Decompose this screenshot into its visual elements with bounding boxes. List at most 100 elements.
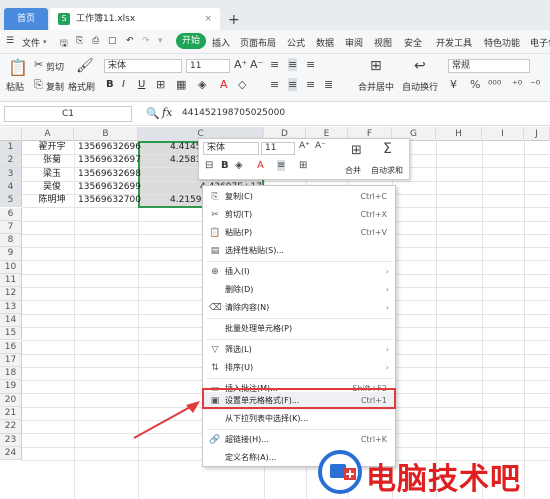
merge-icon[interactable]: ⊞ <box>370 58 382 74</box>
shrink-font-icon[interactable]: A⁻ <box>315 141 326 151</box>
menu-item-hyperlink[interactable]: 🔗 超链接(H)... Ctrl+K <box>203 431 395 449</box>
shrink-font-icon[interactable]: A⁻ <box>250 58 263 71</box>
row-header[interactable]: 13 <box>0 300 22 314</box>
hamburger-icon[interactable]: ☰ <box>6 36 14 46</box>
cell-phone[interactable]: 13569632699 <box>78 181 141 194</box>
row-header[interactable]: 6 <box>0 207 22 221</box>
sum-icon[interactable]: Σ <box>383 141 392 157</box>
font-size-select[interactable]: 11 <box>186 59 230 73</box>
align-right-icon[interactable]: ≡ <box>306 78 315 91</box>
cell-phone[interactable]: 13569632700 <box>78 194 141 207</box>
row-header[interactable]: 8 <box>0 234 22 248</box>
format-painter-icon[interactable]: 🖌 <box>76 58 94 74</box>
mini-size-select[interactable]: 11 <box>261 142 295 155</box>
menu-item-paste[interactable]: 📋 粘贴(P) Ctrl+V <box>203 224 395 242</box>
cell-phone[interactable]: 13569632698 <box>78 168 141 181</box>
menu-insert[interactable]: 插入 <box>212 36 230 49</box>
menu-data[interactable]: 数据 <box>316 36 334 49</box>
add-tab-icon[interactable]: + <box>228 9 240 31</box>
row-header[interactable]: 2 <box>0 154 22 168</box>
menu-developer[interactable]: 开发工具 <box>436 36 472 49</box>
formula-input[interactable]: 441452198705025000 <box>182 108 285 118</box>
cell-id[interactable]: 4.2159 <box>170 194 202 207</box>
select-all-corner[interactable] <box>0 127 22 141</box>
export-icon[interactable]: ⎘ <box>76 36 83 46</box>
wrap-text-icon[interactable]: ↩ <box>414 58 426 74</box>
align-left-icon[interactable]: ≡ <box>270 78 279 91</box>
align-center-icon[interactable]: ≡ <box>288 78 298 91</box>
paste-button[interactable]: 粘贴 <box>6 80 24 93</box>
preview-icon[interactable]: ▢ <box>108 36 117 46</box>
menu-item-batch[interactable]: 批量处理单元格(P) <box>203 320 395 338</box>
font-color-icon[interactable]: A <box>257 160 264 171</box>
cell-id[interactable]: 4.2583 <box>170 154 202 167</box>
format-painter-button[interactable]: 格式刷 <box>68 80 95 93</box>
row-header[interactable]: 20 <box>0 393 22 407</box>
align-top-icon[interactable]: ≡ <box>270 58 279 71</box>
tab-workbook[interactable]: S 工作簿11.xlsx × <box>50 8 220 30</box>
copy-icon[interactable]: ⎘ <box>34 78 43 92</box>
grow-font-icon[interactable]: A⁺ <box>299 141 310 151</box>
bold-button[interactable]: B <box>106 79 114 90</box>
menu-item-insert[interactable]: ⊕ 插入(I) › <box>203 263 395 281</box>
cell-name[interactable]: 翟开宇 <box>30 141 74 154</box>
save-icon[interactable]: 🖫 <box>60 36 68 52</box>
mini-bold-button[interactable]: B <box>221 160 229 171</box>
menu-formulas[interactable]: 公式 <box>287 36 305 49</box>
mini-autosum-button[interactable]: 自动求和 <box>371 165 403 176</box>
row-header[interactable]: 10 <box>0 260 22 274</box>
font-name-select[interactable]: 宋体 <box>104 59 182 73</box>
cut-button[interactable]: 剪切 <box>46 60 64 73</box>
menu-security[interactable]: 安全 <box>404 36 422 49</box>
justify-icon[interactable]: ≣ <box>324 78 333 91</box>
menu-page-layout[interactable]: 页面布局 <box>240 36 276 49</box>
cell-name[interactable]: 陈明坤 <box>30 194 74 207</box>
row-header[interactable]: 16 <box>0 340 22 354</box>
menu-item-paste-special[interactable]: ▤ 选择性粘贴(S)... <box>203 242 395 260</box>
align-center-icon[interactable]: ≡ <box>277 160 286 171</box>
name-box[interactable]: C1 <box>4 106 132 122</box>
menu-item-delete[interactable]: 删除(D) › <box>203 281 395 299</box>
row-header[interactable]: 15 <box>0 327 22 341</box>
format-icon[interactable]: ⊟ <box>205 160 213 171</box>
column-header[interactable]: A <box>22 127 74 141</box>
column-header[interactable]: H <box>436 127 482 141</box>
redo-icon[interactable]: ↷ <box>142 36 150 46</box>
menu-item-filter[interactable]: ▽ 筛选(L) › <box>203 341 395 359</box>
cell-phone[interactable]: 13569632696 <box>78 141 141 154</box>
strikethrough-icon[interactable]: ⊞ <box>156 78 165 91</box>
menu-item-sort[interactable]: ⇅ 排序(U) › <box>203 359 395 377</box>
cell-id[interactable]: 4.4145 <box>170 141 202 154</box>
wrap-text-button[interactable]: 自动换行 <box>402 80 438 93</box>
row-header[interactable]: 19 <box>0 380 22 394</box>
column-header[interactable]: I <box>482 127 524 141</box>
row-header[interactable]: 11 <box>0 274 22 288</box>
menu-item-clear[interactable]: ⌫ 清除内容(N) › <box>203 299 395 317</box>
scissors-icon[interactable]: ✂ <box>34 58 43 71</box>
row-header[interactable]: 24 <box>0 446 22 461</box>
cell-name[interactable]: 吴俊 <box>30 181 74 194</box>
decimal-dec-icon[interactable]: ⁻⁰ <box>530 78 540 91</box>
chevron-down-icon[interactable]: ▾ <box>43 38 47 46</box>
column-header[interactable]: J <box>524 127 550 141</box>
align-middle-icon[interactable]: ≡ <box>288 58 298 71</box>
menu-view[interactable]: 视图 <box>374 36 392 49</box>
fill-color-icon[interactable]: ◈ <box>198 78 206 91</box>
menu-more[interactable]: 电子包 <box>530 36 550 49</box>
row-header[interactable]: 14 <box>0 313 22 328</box>
decimal-icon[interactable]: ⁺⁰ <box>512 78 522 91</box>
menu-special[interactable]: 特色功能 <box>484 36 520 49</box>
row-header[interactable]: 18 <box>0 367 22 381</box>
currency-icon[interactable]: ¥ <box>450 78 457 91</box>
row-header[interactable]: 23 <box>0 433 22 447</box>
row-header[interactable]: 9 <box>0 247 22 261</box>
merge-icon[interactable]: ⊞ <box>351 143 362 158</box>
row-header[interactable]: 7 <box>0 220 22 235</box>
row-header[interactable]: 1 <box>0 141 22 155</box>
menu-file[interactable]: 文件 <box>22 36 40 49</box>
tab-home[interactable]: 首页 <box>4 8 48 30</box>
fill-color-icon[interactable]: ◈ <box>235 160 243 171</box>
column-header[interactable]: B <box>74 127 138 141</box>
row-header[interactable]: 3 <box>0 167 22 181</box>
copy-button[interactable]: 复制 <box>46 80 64 93</box>
